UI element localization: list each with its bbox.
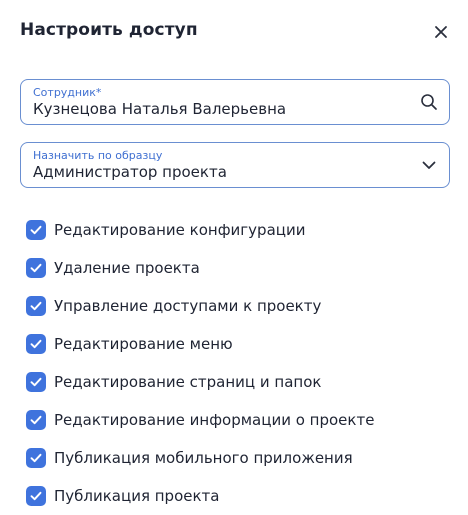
checkmark-icon bbox=[30, 225, 42, 235]
search-icon[interactable] bbox=[419, 92, 439, 112]
permission-item[interactable]: Публикация мобильного приложения bbox=[26, 439, 446, 477]
template-select-label: Назначить по образцу bbox=[33, 149, 163, 162]
close-icon bbox=[435, 26, 447, 38]
permission-checkbox[interactable] bbox=[26, 296, 46, 316]
permission-checkbox[interactable] bbox=[26, 486, 46, 506]
permissions-list: Редактирование конфигурации Удаление про… bbox=[26, 211, 446, 515]
permission-checkbox[interactable] bbox=[26, 410, 46, 430]
permission-checkbox[interactable] bbox=[26, 258, 46, 278]
checkmark-icon bbox=[30, 415, 42, 425]
permission-label: Редактирование страниц и папок bbox=[54, 373, 322, 391]
permission-item[interactable]: Публикация проекта bbox=[26, 477, 446, 515]
chevron-down-icon[interactable] bbox=[419, 155, 439, 175]
permission-label: Управление доступами к проекту bbox=[54, 297, 322, 315]
employee-field[interactable]: Сотрудник* Кузнецова Наталья Валерьевна bbox=[20, 79, 450, 125]
permission-item[interactable]: Управление доступами к проекту bbox=[26, 287, 446, 325]
permission-checkbox[interactable] bbox=[26, 220, 46, 240]
permission-label: Редактирование конфигурации bbox=[54, 221, 306, 239]
permission-item[interactable]: Редактирование страниц и папок bbox=[26, 363, 446, 401]
permission-item[interactable]: Редактирование информации о проекте bbox=[26, 401, 446, 439]
employee-field-label: Сотрудник* bbox=[33, 86, 102, 99]
dialog-header: Настроить доступ bbox=[20, 18, 452, 46]
checkmark-icon bbox=[30, 339, 42, 349]
permission-item[interactable]: Редактирование конфигурации bbox=[26, 211, 446, 249]
permission-label: Публикация мобильного приложения bbox=[54, 449, 353, 467]
permission-checkbox[interactable] bbox=[26, 372, 46, 392]
checkmark-icon bbox=[30, 263, 42, 273]
dialog-title: Настроить доступ bbox=[20, 20, 198, 40]
checkmark-icon bbox=[30, 377, 42, 387]
permission-checkbox[interactable] bbox=[26, 448, 46, 468]
permission-item[interactable]: Редактирование меню bbox=[26, 325, 446, 363]
close-button[interactable] bbox=[430, 21, 452, 43]
checkmark-icon bbox=[30, 453, 42, 463]
template-select[interactable]: Назначить по образцу Администратор проек… bbox=[20, 142, 450, 188]
permission-label: Редактирование информации о проекте bbox=[54, 411, 375, 429]
employee-field-value[interactable]: Кузнецова Наталья Валерьевна bbox=[33, 100, 286, 118]
template-select-value[interactable]: Администратор проекта bbox=[33, 163, 227, 181]
permission-label: Публикация проекта bbox=[54, 487, 220, 505]
access-settings-dialog: Настроить доступ Сотрудник* Кузнецова На… bbox=[0, 0, 468, 512]
permission-label: Удаление проекта bbox=[54, 259, 200, 277]
checkmark-icon bbox=[30, 491, 42, 501]
checkmark-icon bbox=[30, 301, 42, 311]
permission-item[interactable]: Удаление проекта bbox=[26, 249, 446, 287]
permission-checkbox[interactable] bbox=[26, 334, 46, 354]
permission-label: Редактирование меню bbox=[54, 335, 233, 353]
